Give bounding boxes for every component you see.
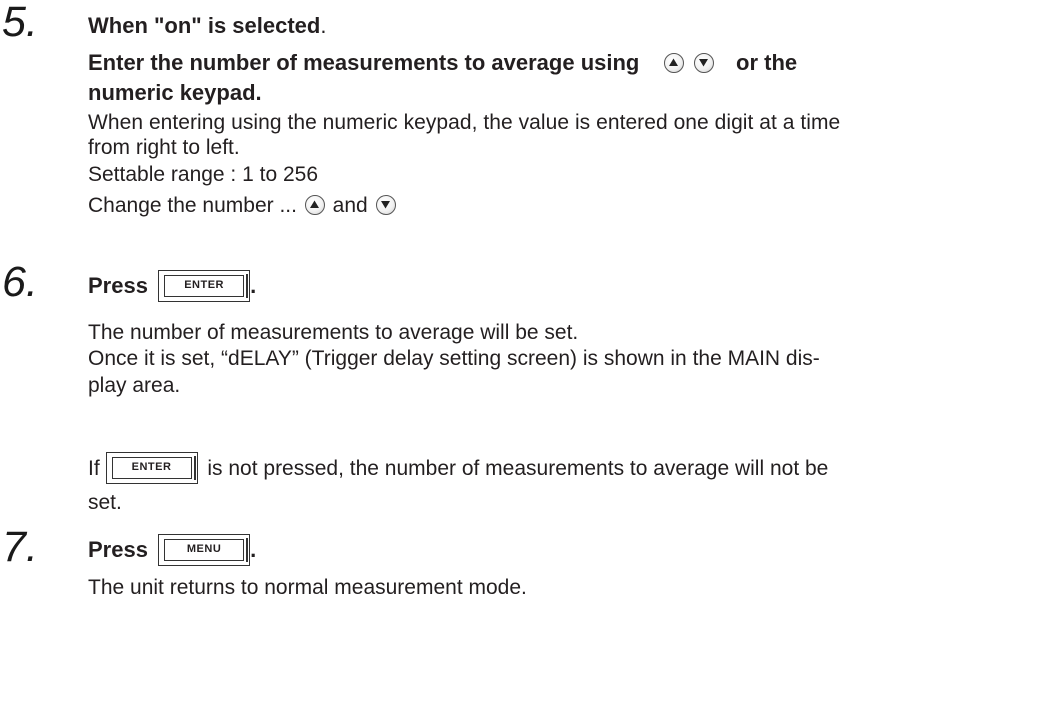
step-5-instruction-part1: Enter the number of measurements to aver… [88, 50, 640, 75]
step-6-body-line1: The number of measurements to average wi… [88, 321, 579, 344]
up-arrow-key-icon [304, 195, 325, 215]
enter-key-icon: ENTER [158, 270, 251, 302]
step-6-note-if: If [88, 457, 100, 480]
step-5-body-line2: from right to left. [88, 136, 240, 159]
step-6-note-line2: set. [88, 491, 122, 514]
enter-key-icon: ENTER [105, 452, 198, 484]
step-5-body-line1: When entering using the numeric keypad, … [88, 111, 841, 134]
step-6-period: . [250, 273, 257, 298]
step-5-title: When "on" is selected. [88, 13, 326, 38]
step-5-title-bold: When "on" is selected [88, 13, 321, 38]
step-7-press: Press [88, 537, 148, 562]
step-6-note: If ENTER is not pressed, the number of m… [88, 452, 828, 484]
enter-key-label: ENTER [111, 457, 192, 479]
menu-key-label: MENU [164, 539, 245, 561]
step-7-period: . [250, 537, 257, 562]
step-7-body-line1: The unit returns to normal measurement m… [88, 576, 527, 599]
step-6-body-line2: Once it is set, “dELAY” (Trigger delay s… [88, 347, 820, 370]
step-5-instruction-line2: numeric keypad. [88, 80, 262, 105]
down-arrow-key-icon [693, 53, 714, 73]
down-arrow-key-icon [375, 195, 396, 215]
step-5-change-text: Change the number ... [88, 194, 297, 217]
step-5-change: Change the number ... and [88, 193, 398, 218]
step-5-instruction-part2: or the [736, 50, 798, 75]
step-6-note-rest: is not pressed, the number of measuremen… [207, 457, 829, 480]
step-5-title-end: . [320, 13, 327, 38]
step-number-6: 6. [2, 258, 38, 306]
step-6-body-line3: play area. [88, 374, 181, 397]
step-6-press: Press [88, 273, 148, 298]
step-6-title: Press ENTER. [88, 270, 256, 302]
step-number-5: 5. [2, 0, 38, 46]
step-7-title: Press MENU. [88, 534, 256, 566]
up-arrow-key-icon [663, 53, 684, 73]
step-number-7: 7. [2, 523, 38, 571]
step-5-change-and: and [332, 194, 368, 217]
step-5-instruction: Enter the number of measurements to aver… [88, 50, 1052, 75]
step-5-range: Settable range : 1 to 256 [88, 163, 319, 186]
menu-key-icon: MENU [158, 534, 251, 566]
enter-key-label: ENTER [164, 275, 245, 297]
